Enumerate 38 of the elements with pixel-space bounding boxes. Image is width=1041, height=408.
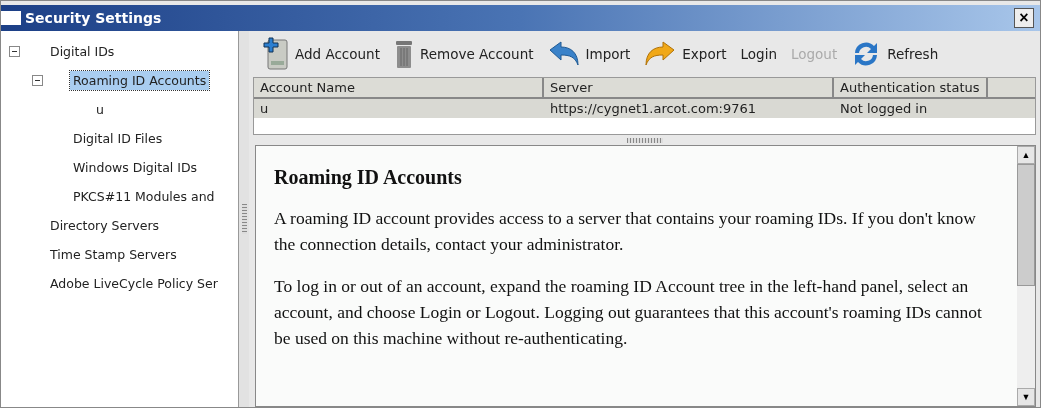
toolbar-button[interactable]: Login: [736, 46, 781, 62]
scroll-down-button[interactable]: ▼: [1017, 388, 1035, 406]
toolbar-button[interactable]: Remove Account: [389, 38, 538, 70]
paragraph: A roaming ID account provides access to a server that contains your roaming IDs. If you don't know the connection details, contact your administrator.: [274, 207, 977, 256]
arrow-left-icon: [547, 41, 580, 67]
close-button[interactable]: ×: [1014, 8, 1034, 28]
column-header[interactable]: Server: [544, 78, 834, 97]
table-row[interactable]: u https://cygnet1.arcot.com:9761 Not logged in: [254, 99, 1035, 118]
collapse-icon[interactable]: [9, 46, 20, 57]
window-icon: [1, 11, 21, 25]
paragraph: To log in or out of an account, expand the roaming ID Account tree in the left-hand panel, select an account, and choose Login or Logout. Logging out guarantees that this account's roaming IDs cannot be used on this machine without re-authenticating.: [274, 275, 983, 350]
content-heading: Roaming ID Accounts: [274, 166, 463, 189]
tree-item[interactable]: Directory Servers: [47, 216, 163, 235]
tree-item[interactable]: Digital ID Files: [70, 129, 166, 148]
tree-item[interactable]: Roaming ID Accounts: [70, 71, 210, 90]
tree-item[interactable]: PKCS#11 Modules and: [70, 187, 218, 206]
toolbar-button[interactable]: Add Account: [255, 37, 384, 71]
column-header[interactable]: Authentication status: [834, 78, 988, 97]
toolbar-button[interactable]: Refresh: [847, 39, 943, 69]
tree-item[interactable]: Digital IDs: [47, 42, 118, 61]
table-cell-text: u: [259, 100, 270, 118]
arrow-right-icon: [644, 41, 677, 67]
toolbar-button[interactable]: Export: [640, 41, 731, 67]
collapse-icon[interactable]: [32, 75, 43, 86]
tree-item[interactable]: Time Stamp Servers: [47, 245, 180, 264]
window-title: Security Settings: [25, 10, 163, 26]
splitter-grip[interactable]: [626, 137, 663, 143]
tree-item[interactable]: u: [93, 100, 107, 119]
table-cell-text: Not logged in: [839, 100, 929, 118]
trash-icon: [393, 38, 414, 70]
table-cell-text: https://cygnet1.arcot.com:9761: [549, 100, 757, 118]
scrollbar-thumb[interactable]: [1017, 164, 1035, 286]
tree-item[interactable]: Adobe LiveCycle Policy Ser: [47, 274, 221, 293]
splitter-grip[interactable]: [241, 204, 247, 234]
scroll-up-button[interactable]: ▲: [1017, 146, 1035, 164]
toolbar-button[interactable]: Import: [543, 41, 635, 67]
column-header[interactable]: Account Name: [254, 78, 544, 97]
tree-item[interactable]: Windows Digital IDs: [70, 158, 201, 177]
